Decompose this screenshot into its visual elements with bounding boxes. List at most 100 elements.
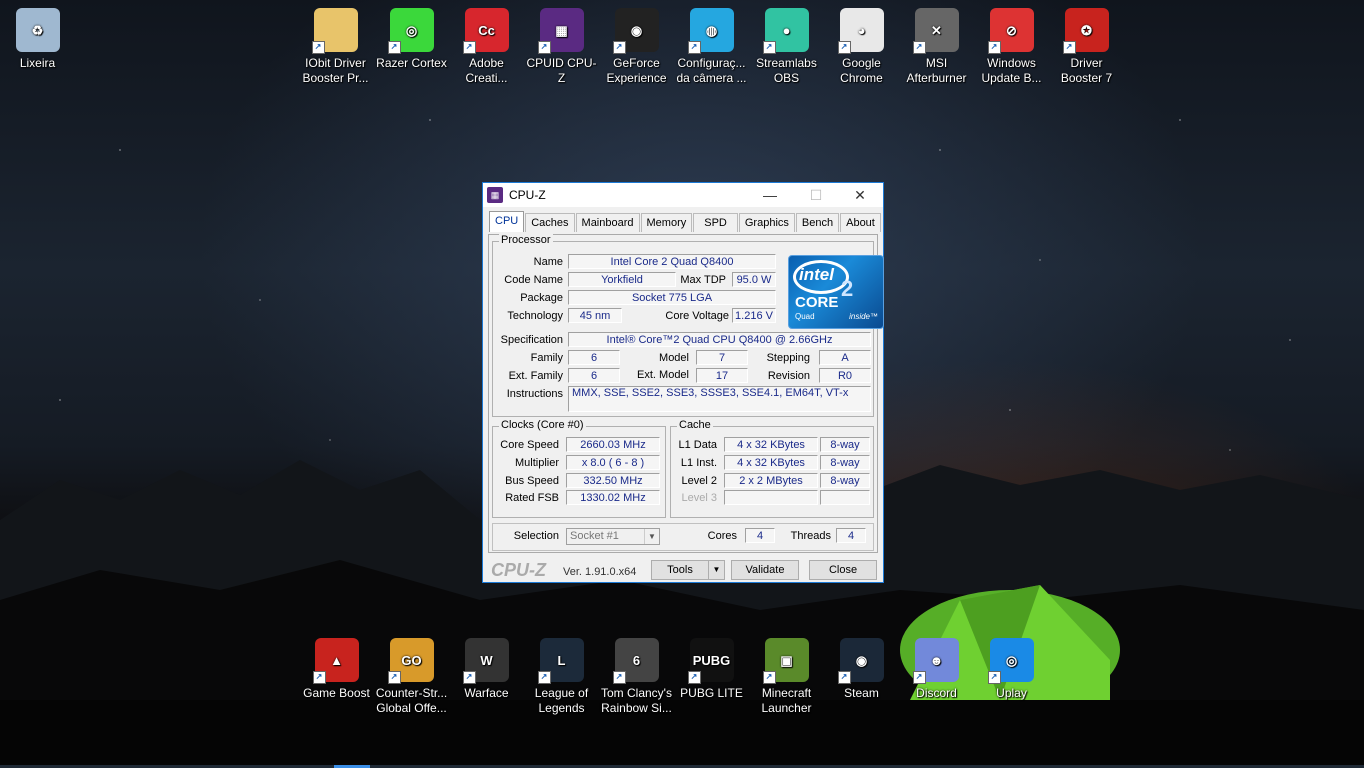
game-boost-icon: ▲ ↗ (312, 638, 359, 684)
version-label: Ver. 1.91.0.x64 (563, 566, 637, 578)
desktop-icon-discord[interactable]: ☻ ↗ Discord (899, 638, 974, 701)
desktop-icon-rainbow-six[interactable]: 6 ↗ Tom Clancy's Rainbow Si... (599, 638, 674, 716)
desktop-icon-driver-booster-7[interactable]: ✪ ↗ Driver Booster 7 (1049, 8, 1124, 86)
maximize-button[interactable]: ☐ (793, 183, 839, 207)
league-of-legends-icon: L ↗ (537, 638, 584, 684)
name-value: Intel Core 2 Quad Q8400 (568, 254, 776, 269)
desktop-icon-label: Discord (916, 686, 957, 700)
close-window-button[interactable]: ✕ (837, 183, 883, 207)
desktop-icon-iobit-driver-booster[interactable]: ↗ IObit Driver Booster Pr... (298, 8, 373, 86)
codename-label: Code Name (504, 274, 563, 286)
desktop-icon-recycle-bin[interactable]: ♻ Lixeira (0, 8, 75, 71)
shortcut-arrow-icon: ↗ (462, 671, 476, 684)
threads-value: 4 (836, 528, 866, 543)
stepping-value: A (819, 350, 871, 365)
l1inst-value: 4 x 32 KBytes (724, 455, 818, 470)
desktop-icon-adobe-creative[interactable]: Cc ↗ Adobe Creati... (449, 8, 524, 86)
desktop-icon-streamlabs-obs[interactable]: ● ↗ Streamlabs OBS (749, 8, 824, 86)
revision-label: Revision (767, 370, 810, 382)
clocks-group: Clocks (Core #0) Core Speed 2660.03 MHz … (492, 419, 666, 518)
maxtdp-value: 95.0 W (732, 272, 776, 287)
tab-graphics[interactable]: Graphics (738, 213, 795, 232)
desktop-icon-label: Adobe Creati... (465, 56, 508, 85)
shortcut-arrow-icon: ↗ (612, 41, 626, 54)
extfamily-label: Ext. Family (508, 370, 563, 382)
tools-dropdown-chevron-icon[interactable]: ▼ (708, 560, 725, 580)
tab-caches[interactable]: Caches (525, 213, 575, 232)
close-button[interactable]: Close (809, 560, 877, 580)
shortcut-arrow-icon: ↗ (537, 671, 551, 684)
shortcut-arrow-icon: ↗ (912, 41, 926, 54)
multiplier-label: Multiplier (514, 457, 559, 469)
footer-bar: CPU-Z Ver. 1.91.0.x64 Tools ▼ Validate C… (483, 557, 883, 582)
cpuz-brand-logo: CPU-Z (491, 560, 546, 580)
logo-core-text: CORE (795, 294, 839, 311)
maxtdp-label: Max TDP (680, 274, 726, 286)
level3-value (724, 490, 818, 505)
desktop-icon-warface[interactable]: W ↗ Warface (449, 638, 524, 701)
codename-value: Yorkfield (568, 272, 676, 287)
intel-core2-quad-logo: intel 2 CORE Quad inside™ (788, 255, 884, 329)
desktop-icon-windows-update-blocker[interactable]: ⊘ ↗ Windows Update B... (974, 8, 1049, 86)
logo-quad-text: Quad (795, 312, 815, 321)
socket-select[interactable]: Socket #1 ▼ (566, 528, 660, 545)
shortcut-arrow-icon: ↗ (837, 671, 851, 684)
desktop-icon-label: Game Boost (303, 686, 370, 700)
tab-mainboard[interactable]: Mainboard (575, 213, 640, 232)
desktop-icon-uplay[interactable]: ◎ ↗ Uplay (974, 638, 1049, 701)
desktop-icon-razer-cortex[interactable]: ◎ ↗ Razer Cortex (374, 8, 449, 71)
desktop-icon-label: Counter-Str... Global Offe... (375, 686, 448, 715)
level2-label: Level 2 (681, 475, 717, 487)
family-value: 6 (568, 350, 620, 365)
desktop-icon-cpuid-cpuz[interactable]: ▦ ↗ CPUID CPU-Z (524, 8, 599, 86)
window-title: CPU-Z (509, 188, 546, 202)
driver-booster-7-icon: ✪ ↗ (1062, 8, 1109, 54)
counter-strike-icon: GO ↗ (387, 638, 434, 684)
desktop-icon-league-of-legends[interactable]: L ↗ League of Legends (524, 638, 599, 716)
tab-about[interactable]: About (840, 213, 881, 232)
desktop-icon-label: Uplay (996, 686, 1027, 700)
desktop-icon-google-chrome[interactable]: ◕ ↗ Google Chrome (824, 8, 899, 86)
tab-memory[interactable]: Memory (640, 213, 693, 232)
revision-value: R0 (819, 368, 871, 383)
desktop-icon-game-boost[interactable]: ▲ ↗ Game Boost (299, 638, 374, 701)
desktop-icon-steam[interactable]: ◉ ↗ Steam (824, 638, 899, 701)
desktop-icon-geforce-experience[interactable]: ◉ ↗ GeForce Experience (599, 8, 674, 86)
desktop-icon-label: League of Legends (534, 686, 589, 715)
selection-label: Selection (513, 530, 559, 542)
tab-spd[interactable]: SPD (693, 213, 738, 232)
shortcut-arrow-icon: ↗ (537, 41, 551, 54)
desktop-icon-label: Minecraft Launcher (761, 686, 812, 715)
desktop-icon-label: Warface (464, 686, 509, 700)
cpuz-app-icon: ▦ (487, 187, 503, 203)
desktop-icon-label: CPUID CPU-Z (526, 56, 597, 85)
desktop-icon-counter-strike[interactable]: GO ↗ Counter-Str... Global Offe... (374, 638, 449, 716)
chevron-down-icon: ▼ (644, 529, 659, 544)
desktop-icon-pubg-lite[interactable]: PUBG ↗ PUBG LITE (674, 638, 749, 701)
streamlabs-obs-icon: ● ↗ (762, 8, 809, 54)
desktop-icon-camera-config[interactable]: ◍ ↗ Configuraç... da câmera ... (674, 8, 749, 86)
logo-intel-text: intel (799, 265, 834, 284)
level3-label: Level 3 (681, 492, 717, 504)
desktop-icon-msi-afterburner[interactable]: ✕ ↗ MSI Afterburner (899, 8, 974, 86)
tab-cpu[interactable]: CPU (489, 211, 525, 232)
desktop-icon-minecraft-launcher[interactable]: ▣ ↗ Minecraft Launcher (749, 638, 824, 716)
pubg-lite-icon: PUBG ↗ (687, 638, 734, 684)
validate-button[interactable]: Validate (731, 560, 799, 580)
desktop-icon-label: GeForce Experience (606, 56, 667, 85)
uplay-icon: ◎ ↗ (987, 638, 1034, 684)
tab-bench[interactable]: Bench (795, 213, 840, 232)
cache-legend: Cache (677, 419, 713, 431)
discord-icon: ☻ ↗ (912, 638, 959, 684)
tools-button[interactable]: Tools (651, 560, 709, 580)
extmodel-label: Ext. Model (637, 369, 689, 381)
specification-value: Intel® Core™2 Quad CPU Q8400 @ 2.66GHz (568, 332, 871, 347)
level2-value: 2 x 2 MBytes (724, 473, 818, 488)
minimize-button[interactable]: — (747, 183, 793, 207)
technology-value: 45 nm (568, 308, 622, 323)
desktop-icon-label: Lixeira (19, 56, 56, 70)
logo-two-text: 2 (841, 276, 854, 301)
rainbow-six-icon: 6 ↗ (612, 638, 659, 684)
desktop-icon-label: Steam (844, 686, 879, 700)
cores-value: 4 (745, 528, 775, 543)
